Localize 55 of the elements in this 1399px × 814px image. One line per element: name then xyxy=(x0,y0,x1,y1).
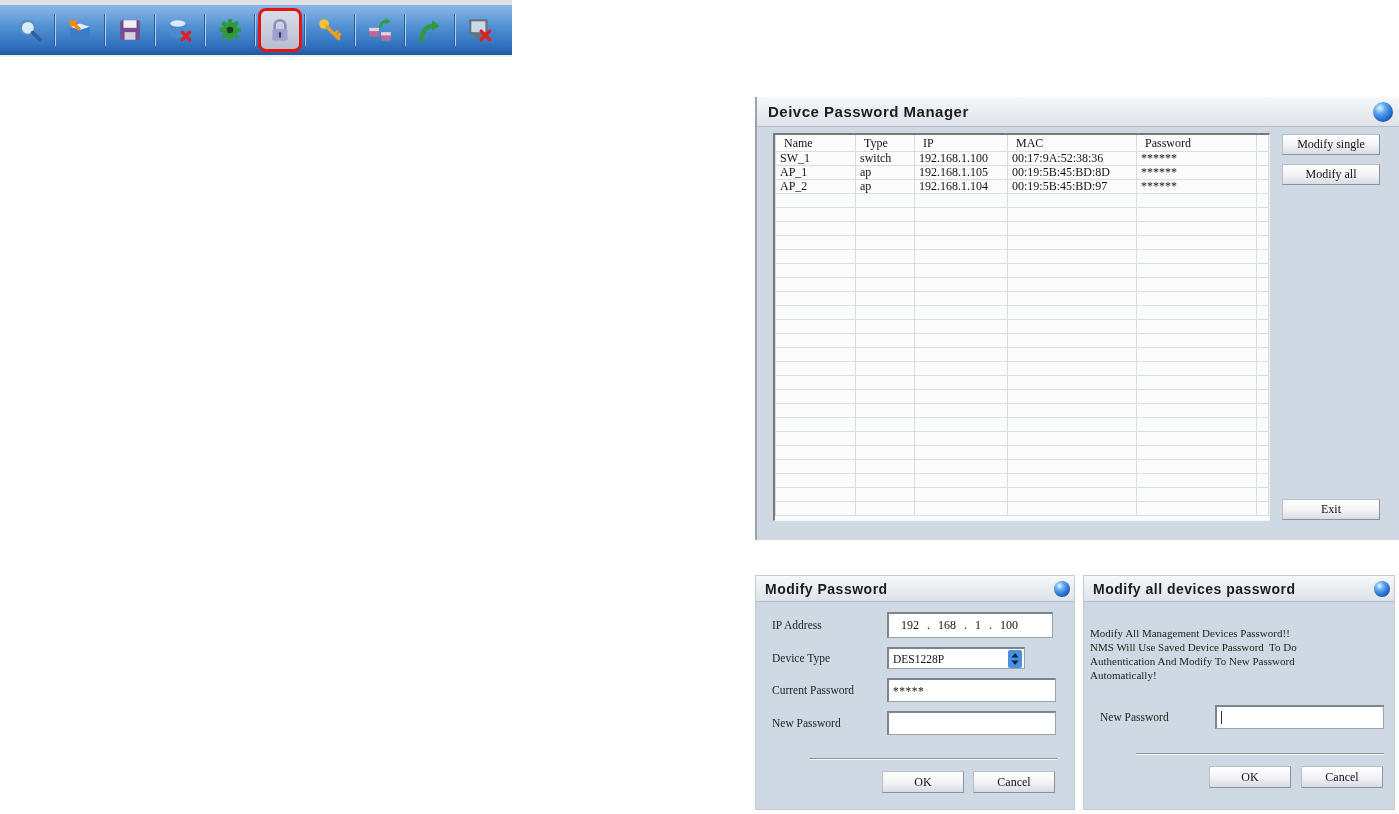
sphere-icon[interactable] xyxy=(1054,580,1070,597)
table-cell: ****** xyxy=(1136,179,1257,194)
up-down-arrows-icon[interactable] xyxy=(1008,649,1022,668)
text-cursor-icon xyxy=(1221,711,1222,724)
dialog-button[interactable]: Cancel xyxy=(1301,766,1383,788)
table-cell: AP_2 xyxy=(775,179,856,194)
table-cell: 192.168.1.104 xyxy=(914,179,1008,194)
field-label: New Password xyxy=(1100,711,1170,723)
column-header[interactable]: Type xyxy=(855,135,915,152)
table-cell: 00:19:5B:45:BD:8D xyxy=(1007,165,1137,180)
input-field[interactable] xyxy=(1215,705,1384,729)
field-label: Device Type xyxy=(772,652,832,664)
window-title: Deivce Password Manager xyxy=(768,103,969,120)
table-cell: ap xyxy=(855,179,915,194)
dialog-button[interactable]: OK xyxy=(882,771,964,793)
search-icon xyxy=(17,17,43,43)
dropdown-field[interactable]: DES1228P xyxy=(887,647,1025,669)
table-cell: ****** xyxy=(1136,165,1257,180)
sphere-icon[interactable] xyxy=(1373,101,1393,122)
save-icon xyxy=(117,17,143,43)
message-text: Modify All Management Devices Password!! NMS Will Use Saved Device Password To Do Authentication And Modify To New Password Automatically! xyxy=(1089,626,1298,682)
ip-address-field[interactable]: 192 . 168 . 1 . 100 xyxy=(887,612,1053,638)
input-field[interactable] xyxy=(887,711,1056,735)
exit-button[interactable]: Exit xyxy=(1282,499,1380,520)
sphere-icon[interactable] xyxy=(1374,580,1390,597)
database-x-icon xyxy=(167,17,193,43)
field-label: New Password xyxy=(772,717,842,729)
table-cell: switch xyxy=(855,151,915,166)
toolbar-button[interactable] xyxy=(258,8,302,52)
field-label: Current Password xyxy=(772,684,856,696)
dialog-button[interactable]: Modify single xyxy=(1282,134,1380,155)
window-title: Modify Password xyxy=(765,580,888,597)
curved-arrow-icon xyxy=(417,17,443,43)
dialog-button[interactable]: Modify all xyxy=(1282,164,1380,185)
key-icon xyxy=(317,17,343,43)
table-cell: ****** xyxy=(1136,151,1257,166)
password-field[interactable]: ***** xyxy=(887,678,1056,702)
column-header[interactable]: MAC xyxy=(1007,135,1137,152)
table-cell: SW_1 xyxy=(775,151,856,166)
table-cell: 00:19:5B:45:BD:97 xyxy=(1007,179,1137,194)
settings-icon xyxy=(217,17,243,43)
column-header[interactable]: Password xyxy=(1136,135,1257,152)
windows-arrow-icon xyxy=(367,17,393,43)
dialog-button[interactable]: OK xyxy=(1209,766,1291,788)
column-header[interactable]: IP xyxy=(914,135,1008,152)
column-header[interactable]: Name xyxy=(775,135,856,152)
monitor-x-icon xyxy=(467,17,493,43)
field-label: IP Address xyxy=(772,619,823,631)
window-title: Modify all devices password xyxy=(1093,580,1296,597)
table-cell: 192.168.1.100 xyxy=(914,151,1008,166)
table-cell: 00:17:9A:52:38:36 xyxy=(1007,151,1137,166)
table-cell: 192.168.1.105 xyxy=(914,165,1008,180)
table-cell: AP_1 xyxy=(775,165,856,180)
table-cell: ap xyxy=(855,165,915,180)
dialog-button[interactable]: Cancel xyxy=(973,771,1055,793)
